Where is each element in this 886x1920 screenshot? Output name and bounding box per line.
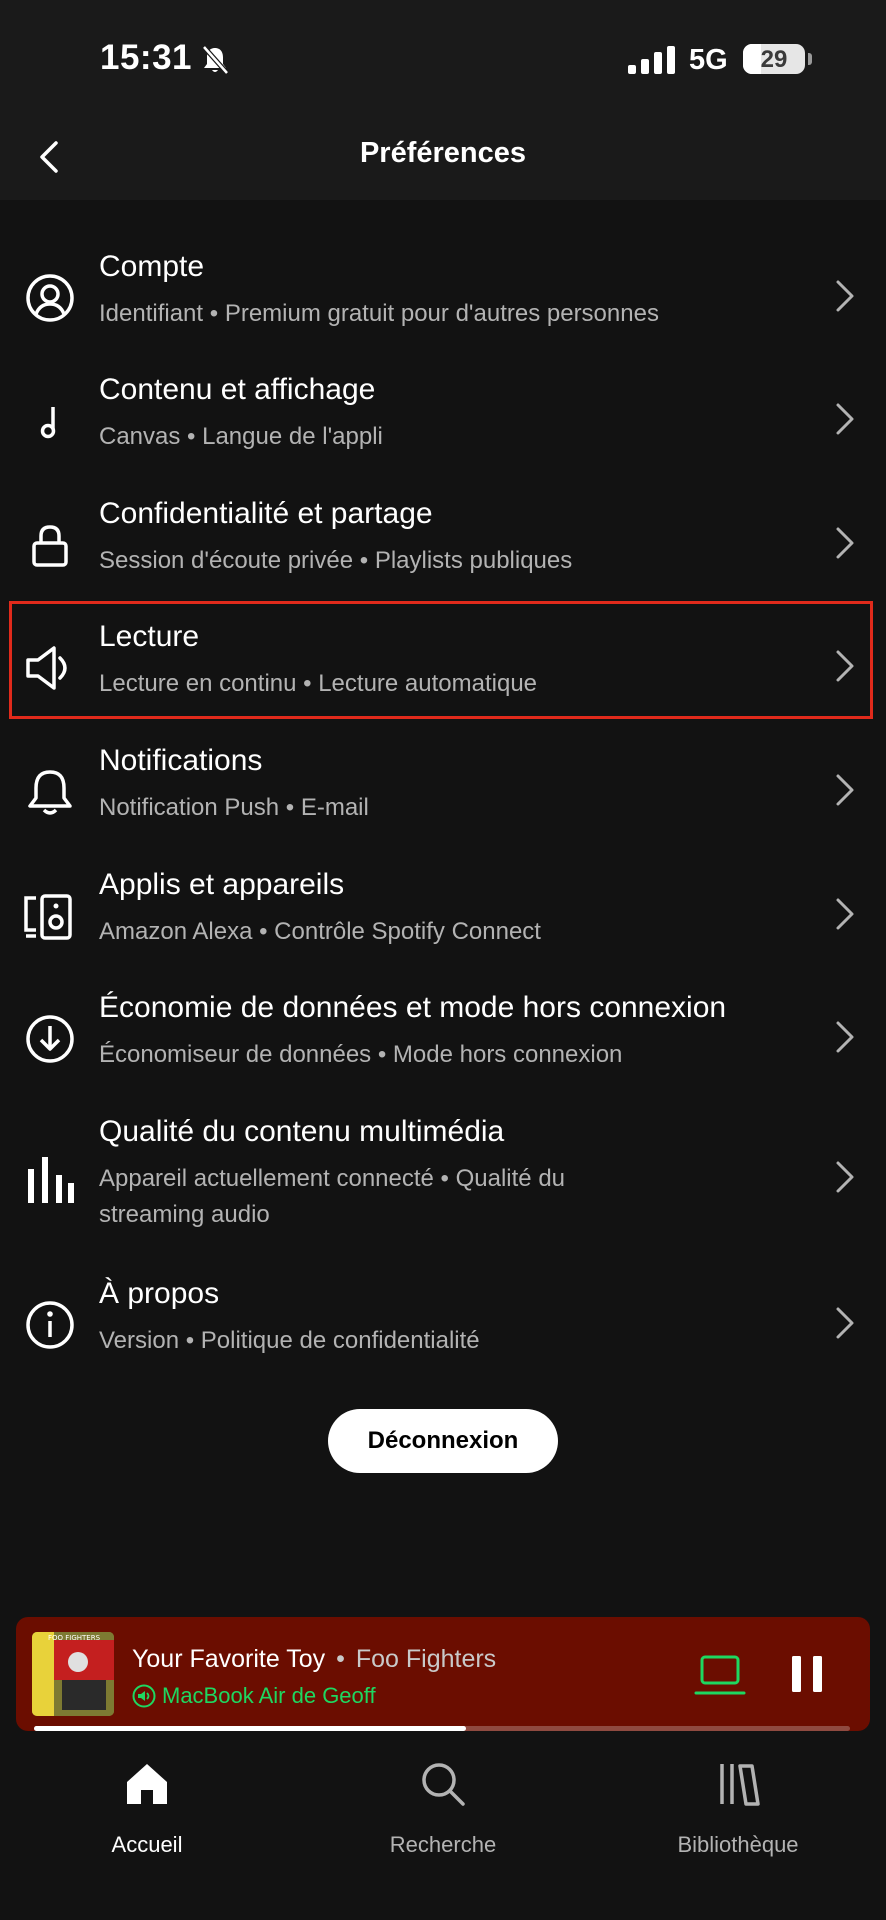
devices-icon [24, 894, 72, 940]
playback-progress[interactable] [34, 1726, 850, 1731]
settings-row-playback[interactable]: Lecture Lecture en continu • Lecture aut… [0, 610, 886, 720]
settings-row-subtitle: Identifiant • Premium gratuit pour d'aut… [99, 300, 659, 327]
library-icon [720, 1764, 760, 1806]
battery-percent: 29 [760, 46, 788, 73]
bell-muted-icon [202, 45, 229, 75]
track-artist: Foo Fighters [355, 1645, 497, 1673]
settings-row-subtitle: Version • Politique de confidentialité [99, 1327, 480, 1354]
tab-bar: Accueil Recherche Bibliothèque [0, 1740, 886, 1920]
status-time: 15:31 [100, 38, 193, 77]
chevron-right-icon [836, 898, 854, 930]
battery-icon: 29 [743, 44, 805, 74]
settings-row-subtitle: Lecture en continu • Lecture automatique [99, 670, 538, 697]
settings-row-content[interactable]: Contenu et affichage Canvas • Langue de … [0, 363, 886, 473]
settings-row-title: Confidentialité et partage [99, 497, 433, 530]
laptop-icon[interactable] [694, 1653, 746, 1697]
settings-row-title: Qualité du contenu multimédia [99, 1115, 505, 1148]
settings-row-title: Compte [99, 250, 205, 283]
network-type: 5G [689, 44, 728, 76]
info-icon [26, 1301, 74, 1349]
connected-device: MacBook Air de Geoff [132, 1683, 376, 1709]
svg-text:FOO FIGHTERS: FOO FIGHTERS [48, 1634, 101, 1642]
settings-row-title: Contenu et affichage [99, 373, 376, 406]
logout-button[interactable]: Déconnexion [328, 1409, 558, 1473]
settings-row-subtitle: Canvas • Langue de l'appli [99, 423, 383, 450]
chevron-right-icon [836, 280, 854, 312]
chevron-right-icon [836, 774, 854, 806]
settings-row-notifications[interactable]: Notifications Notification Push • E-mail [0, 734, 886, 844]
settings-row-title: À propos [99, 1277, 220, 1310]
settings-row-media-quality[interactable]: Qualité du contenu multimédia Appareil a… [0, 1105, 886, 1251]
tab-label: Accueil [111, 1832, 183, 1857]
settings-row-apps-devices[interactable]: Applis et appareils Amazon Alexa • Contr… [0, 858, 886, 968]
download-circle-icon [26, 1015, 74, 1063]
track-title: Your Favorite Toy [132, 1645, 326, 1673]
music-note-icon [40, 407, 56, 439]
tab-search[interactable]: Recherche [323, 1740, 563, 1880]
nav-bar: Préférences [0, 115, 886, 200]
signal-icon [628, 46, 675, 74]
settings-row-title: Lecture [99, 620, 200, 653]
speaker-icon [26, 646, 67, 690]
settings-row-title: Applis et appareils [99, 868, 345, 901]
tab-label: Bibliothèque [677, 1832, 799, 1857]
chevron-right-icon [836, 403, 854, 435]
now-playing-line: Your Favorite Toy • Foo Fighters [132, 1645, 496, 1674]
settings-row-subtitle: Économiseur de données • Mode hors conne… [99, 1041, 623, 1068]
chevron-right-icon [836, 1161, 854, 1193]
settings-row-about[interactable]: À propos Version • Politique de confiden… [0, 1267, 886, 1377]
speaker-connected-icon [132, 1684, 156, 1708]
settings-row-subtitle: Appareil actuellement connecté • Qualité… [99, 1165, 566, 1228]
settings-row-title: Notifications [99, 744, 263, 777]
page-title: Préférences [359, 137, 527, 169]
progress-fill [34, 1726, 467, 1731]
battery-tip [808, 53, 812, 65]
settings-row-title: Économie de données et mode hors connexi… [99, 991, 727, 1024]
album-art: FOO FIGHTERS [32, 1632, 114, 1716]
search-icon [422, 1763, 465, 1806]
tab-library[interactable]: Bibliothèque [618, 1740, 858, 1880]
chevron-right-icon [836, 650, 854, 682]
chevron-right-icon [836, 527, 854, 559]
home-icon [127, 1764, 167, 1804]
device-name: MacBook Air de Geoff [162, 1683, 376, 1708]
pause-button[interactable] [788, 1654, 826, 1694]
mini-player[interactable]: FOO FIGHTERS Your Favorite Toy • Foo Fig… [16, 1617, 870, 1731]
track-separator: • [336, 1645, 345, 1673]
status-bar: 15:31 5G 29 [0, 0, 886, 115]
lock-icon [32, 525, 68, 567]
bell-icon [28, 770, 72, 815]
tab-home[interactable]: Accueil [27, 1740, 267, 1880]
settings-row-subtitle: Session d'écoute privée • Playlists publ… [99, 547, 573, 574]
settings-row-data-saver[interactable]: Économie de données et mode hors connexi… [0, 981, 886, 1091]
user-circle-icon [26, 274, 74, 322]
chevron-right-icon [836, 1021, 854, 1053]
settings-row-account[interactable]: Compte Identifiant • Premium gratuit pou… [0, 240, 886, 350]
chevron-right-icon [836, 1307, 854, 1339]
settings-row-subtitle: Amazon Alexa • Contrôle Spotify Connect [99, 918, 541, 945]
bars-icon [28, 1157, 74, 1203]
settings-row-subtitle: Notification Push • E-mail [99, 794, 369, 821]
tab-label: Recherche [389, 1832, 497, 1857]
settings-row-privacy[interactable]: Confidentialité et partage Session d'éco… [0, 487, 886, 597]
